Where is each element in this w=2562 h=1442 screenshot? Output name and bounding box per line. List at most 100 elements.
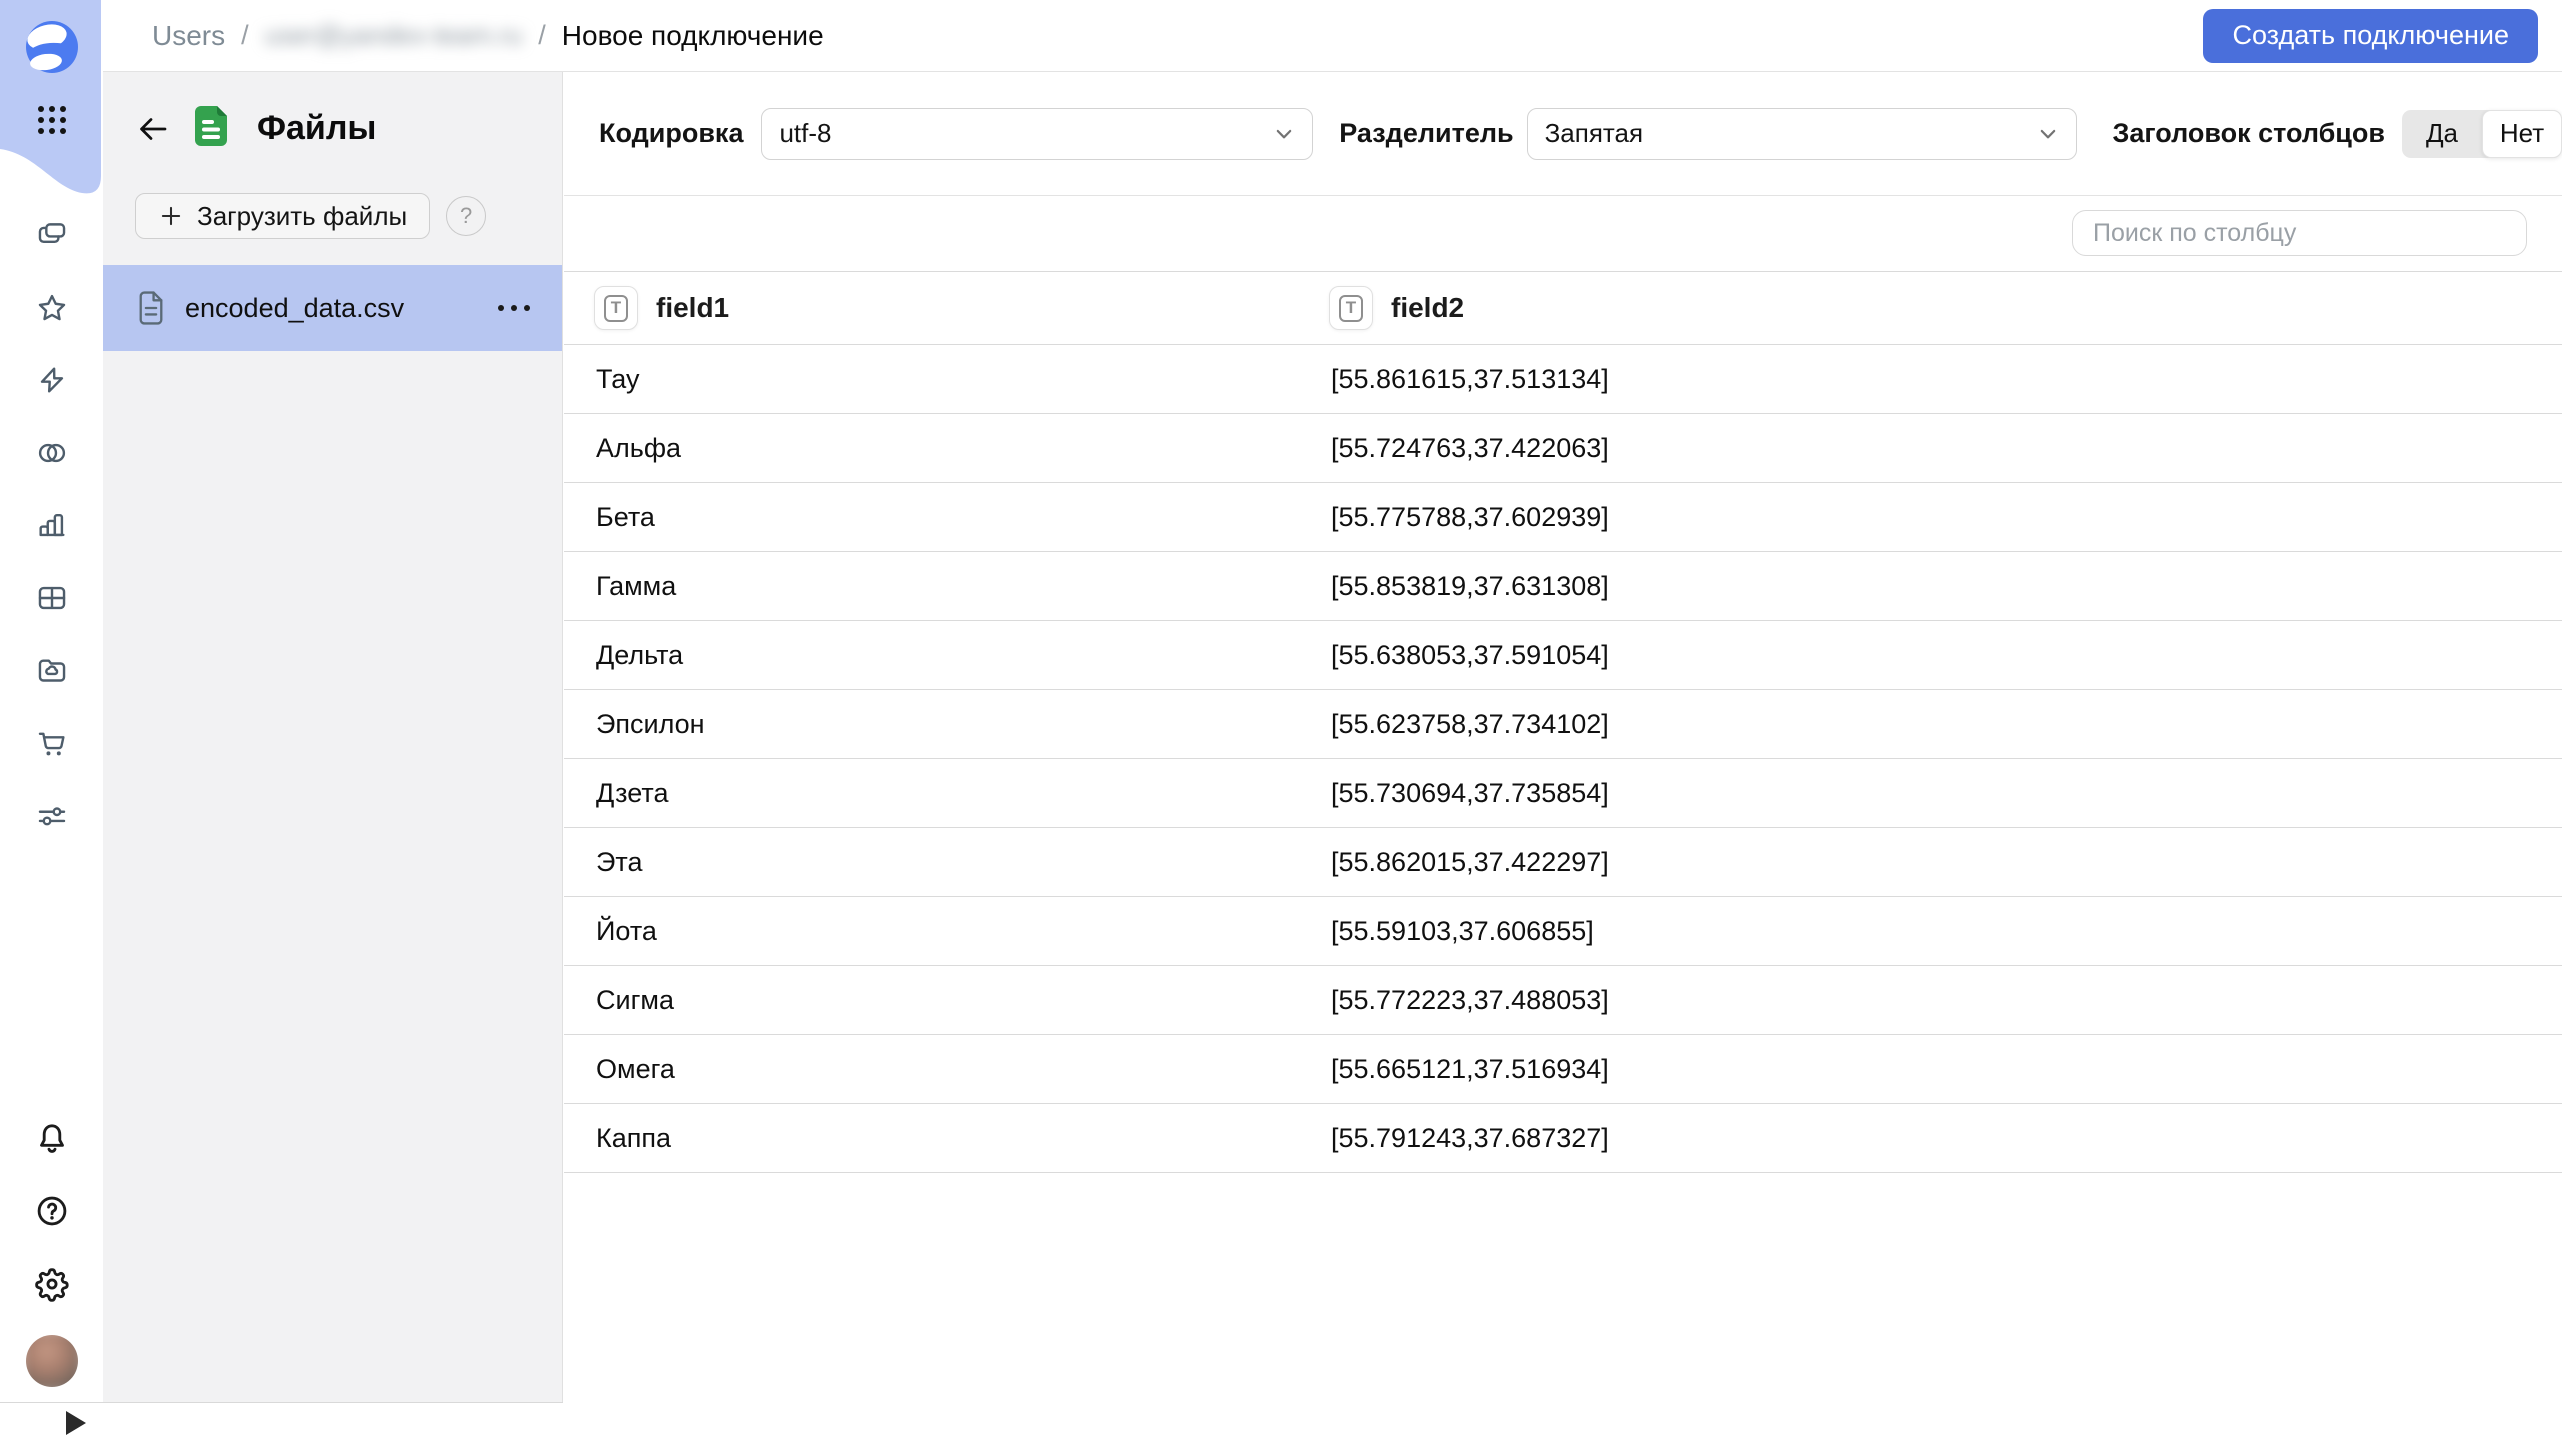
encoding-label: Кодировка [599, 118, 743, 149]
column-header-field2: T field2 [1299, 272, 2562, 344]
marketplace-cart-icon[interactable] [0, 723, 103, 763]
table-row: Тау [55.861615,37.513134] [564, 345, 2562, 414]
text-type-icon[interactable]: T [594, 286, 638, 330]
cell-field1: Альфа [564, 414, 1299, 482]
cell-field2: [55.730694,37.735854] [1299, 759, 2562, 827]
text-type-icon[interactable]: T [1329, 286, 1373, 330]
datasets-circles-icon[interactable] [0, 433, 103, 473]
columns-header-toggle: ДаНет [2402, 110, 2562, 158]
cell-field1: Йота [564, 897, 1299, 965]
help-circle-icon[interactable] [0, 1191, 103, 1231]
page-title: Новое подключение [562, 20, 824, 52]
user-avatar[interactable] [26, 1335, 78, 1387]
delimiter-label: Разделитель [1339, 118, 1513, 149]
app-root: Users / user@yandex-team.ru / Новое подк… [0, 0, 2562, 1442]
encoding-select[interactable]: utf-8 [761, 108, 1313, 160]
file-document-icon [135, 290, 167, 326]
files-panel-header: Файлы [103, 72, 562, 155]
column-search-input[interactable] [2072, 210, 2527, 256]
upload-help-icon[interactable]: ? [446, 196, 486, 236]
cell-field1: Тау [564, 345, 1299, 413]
plus-icon [158, 203, 184, 229]
upload-files-label: Загрузить файлы [197, 201, 407, 232]
cell-field2: [55.853819,37.631308] [1299, 552, 2562, 620]
table-row: Эта [55.862015,37.422297] [564, 828, 2562, 897]
preview-table-header: T field1 T field2 [564, 272, 2562, 345]
table-row: Сигма [55.772223,37.488053] [564, 966, 2562, 1035]
chevron-down-icon [2037, 123, 2059, 145]
breadcrumb-separator: / [538, 20, 546, 51]
datalens-logo[interactable] [26, 21, 78, 73]
cell-field2: [55.724763,37.422063] [1299, 414, 2562, 482]
main-content: Кодировка utf-8 Разделитель Запятая Заго… [564, 72, 2562, 1442]
csv-file-type-icon [187, 102, 235, 155]
cell-field1: Дзета [564, 759, 1299, 827]
cell-field1: Дельта [564, 621, 1299, 689]
cell-field1: Каппа [564, 1104, 1299, 1172]
table-row: Дзета [55.730694,37.735854] [564, 759, 2562, 828]
encoding-value: utf-8 [779, 118, 831, 149]
file-list-item[interactable]: encoded_data.csv [103, 265, 562, 351]
notifications-bell-icon[interactable] [0, 1119, 103, 1159]
table-row: Гамма [55.853819,37.631308] [564, 552, 2562, 621]
back-arrow-icon[interactable] [133, 109, 173, 149]
settings-gear-icon[interactable] [0, 1264, 103, 1304]
cell-field2: [55.772223,37.488053] [1299, 966, 2562, 1034]
csv-settings-toolbar: Кодировка utf-8 Разделитель Запятая Заго… [564, 72, 2562, 196]
dashboards-grid-icon[interactable] [0, 578, 103, 618]
table-row: Альфа [55.724763,37.422063] [564, 414, 2562, 483]
left-rail [0, 0, 103, 1442]
panel-footer [0, 1402, 563, 1442]
file-list: encoded_data.csv [103, 265, 562, 351]
files-panel: Файлы Загрузить файлы ? encoded_data.csv [103, 72, 563, 1402]
files-folder-icon[interactable] [0, 650, 103, 690]
file-name: encoded_data.csv [185, 293, 404, 324]
chevron-down-icon [1273, 123, 1295, 145]
expand-panel-icon[interactable] [66, 1411, 86, 1435]
cell-field2: [55.623758,37.734102] [1299, 690, 2562, 758]
avatar-blurred-photo [26, 1335, 78, 1387]
cell-field2: [55.59103,37.606855] [1299, 897, 2562, 965]
column-name: field2 [1391, 292, 1464, 324]
breadcrumb-bar: Users / user@yandex-team.ru / Новое подк… [103, 0, 2562, 72]
table-row: Йота [55.59103,37.606855] [564, 897, 2562, 966]
columns-header-label: Заголовок столбцов [2112, 118, 2385, 149]
cell-field2: [55.775788,37.602939] [1299, 483, 2562, 551]
upload-row: Загрузить файлы ? [103, 193, 562, 239]
favorites-star-icon[interactable] [0, 288, 103, 328]
connections-lightning-icon[interactable] [0, 360, 103, 400]
file-context-menu-icon[interactable] [496, 297, 532, 319]
breadcrumb-users[interactable]: Users [152, 20, 225, 52]
breadcrumb-separator: / [241, 20, 249, 51]
cell-field2: [55.862015,37.422297] [1299, 828, 2562, 896]
search-row [564, 196, 2562, 271]
table-row: Эпсилон [55.623758,37.734102] [564, 690, 2562, 759]
preview-table: T field1 T field2 Тау [55.861615,37.5131… [564, 271, 2562, 1173]
apps-grid-icon[interactable] [32, 100, 72, 140]
table-row: Омега [55.665121,37.516934] [564, 1035, 2562, 1104]
delimiter-select[interactable]: Запятая [1527, 108, 2078, 160]
cell-field2: [55.791243,37.687327] [1299, 1104, 2562, 1172]
cell-field1: Сигма [564, 966, 1299, 1034]
upload-files-button[interactable]: Загрузить файлы [135, 193, 430, 239]
column-name: field1 [656, 292, 729, 324]
cell-field2: [55.665121,37.516934] [1299, 1035, 2562, 1103]
table-row: Дельта [55.638053,37.591054] [564, 621, 2562, 690]
column-header-field1: T field1 [564, 272, 1299, 344]
charts-bars-icon[interactable] [0, 505, 103, 545]
services-sliders-icon[interactable] [0, 796, 103, 836]
cell-field1: Омега [564, 1035, 1299, 1103]
collections-icon[interactable] [0, 215, 103, 255]
create-connection-button[interactable]: Создать подключение [2203, 9, 2538, 63]
breadcrumb-user-blurred[interactable]: user@yandex-team.ru [265, 20, 523, 51]
cell-field1: Гамма [564, 552, 1299, 620]
delimiter-value: Запятая [1545, 118, 1643, 149]
header-toggle-option[interactable]: Да [2402, 110, 2482, 158]
panel-title: Файлы [257, 109, 376, 148]
cell-field1: Эпсилон [564, 690, 1299, 758]
header-toggle-option[interactable]: Нет [2482, 110, 2562, 158]
cell-field2: [55.638053,37.591054] [1299, 621, 2562, 689]
cell-field1: Эта [564, 828, 1299, 896]
preview-table-body: Тау [55.861615,37.513134] Альфа [55.7247… [564, 345, 2562, 1173]
cell-field1: Бета [564, 483, 1299, 551]
